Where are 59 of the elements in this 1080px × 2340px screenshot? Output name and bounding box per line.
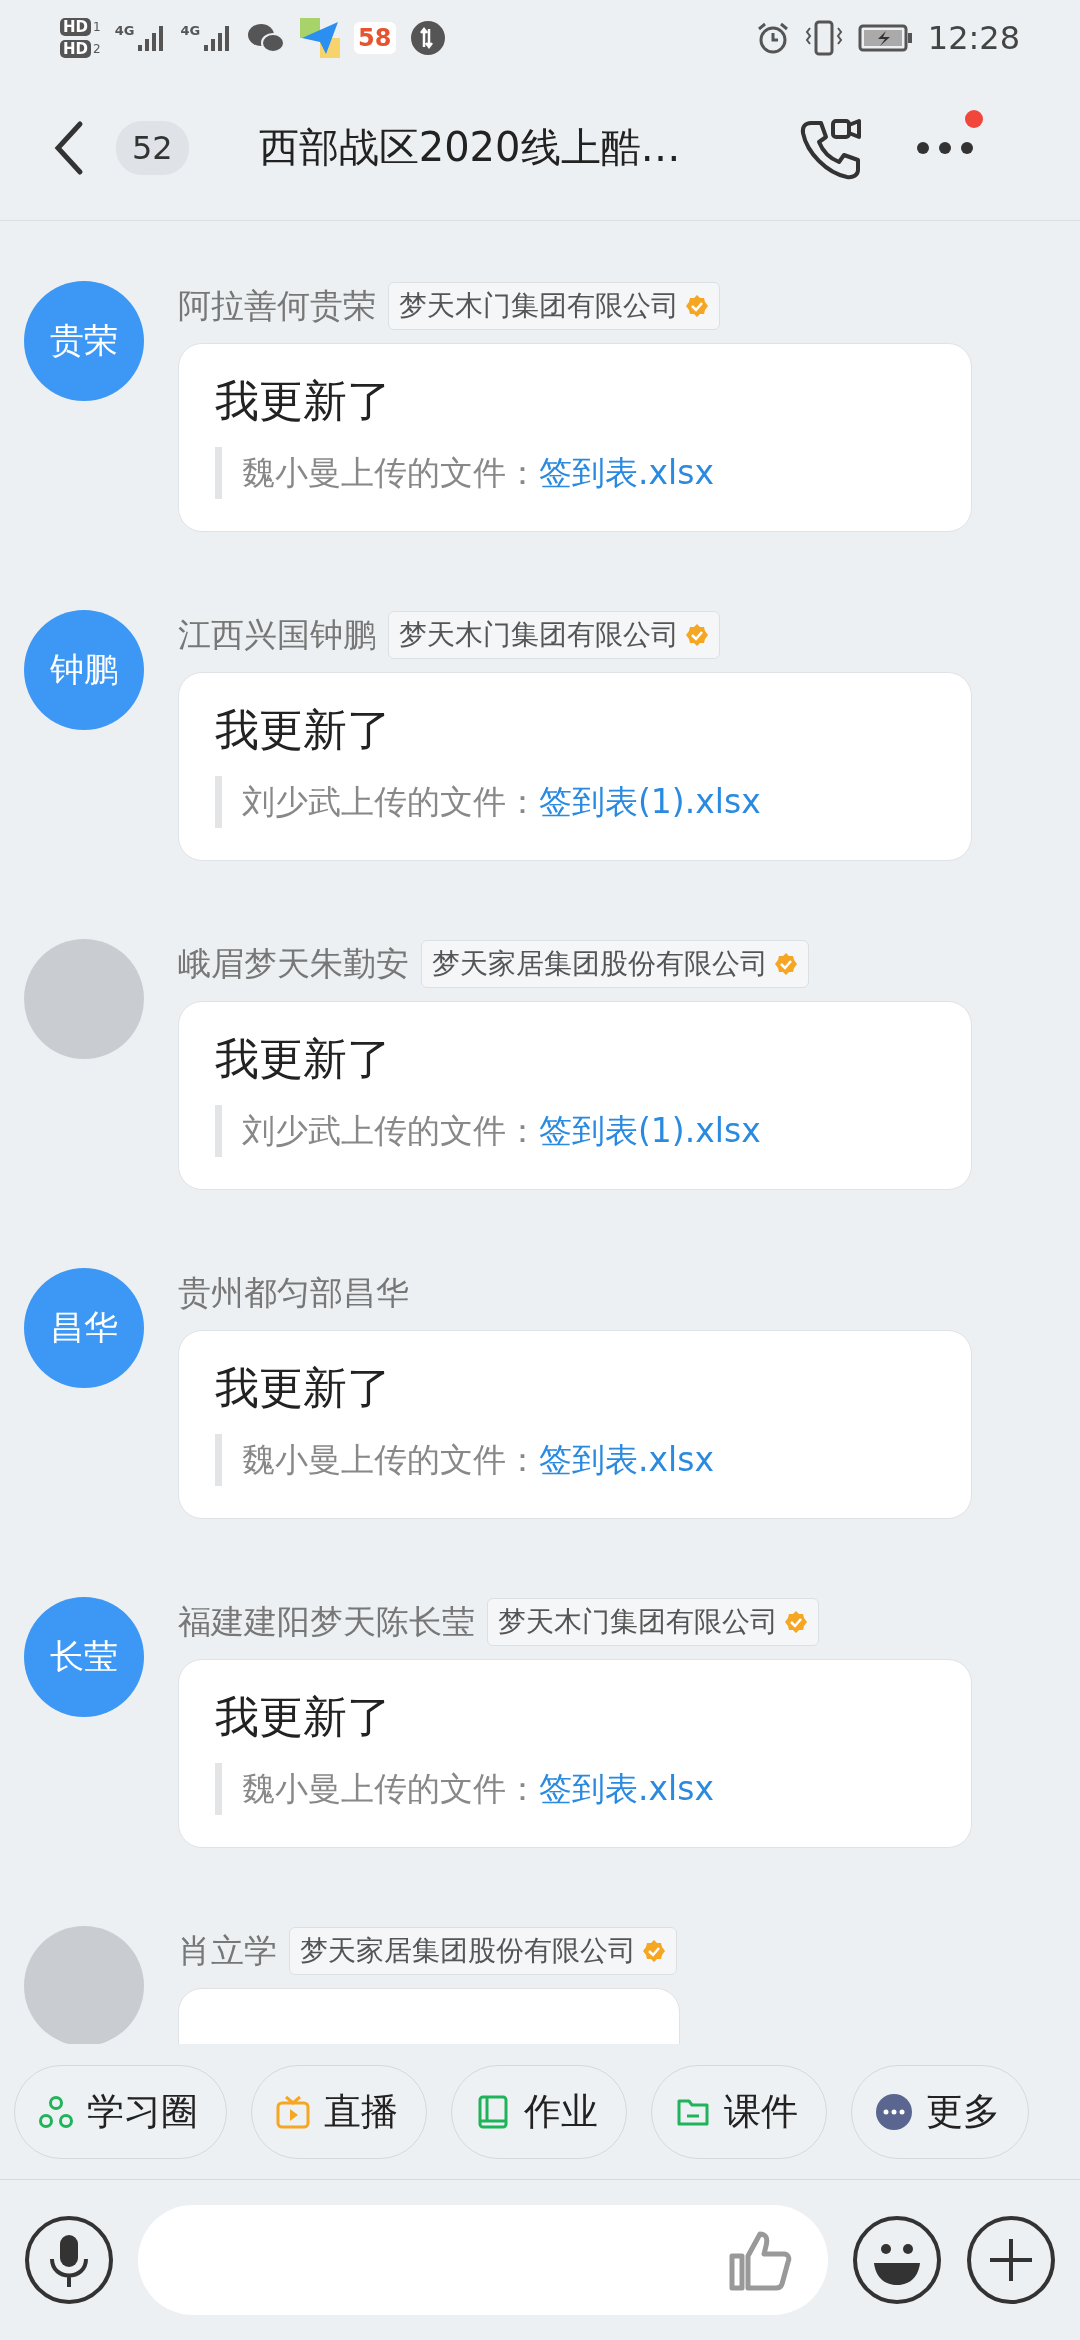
quote-bar [215, 1105, 222, 1157]
shortcut-chip[interactable]: 作业 [451, 2064, 627, 2159]
signal-indicator: 4G [180, 22, 233, 53]
sim-indicator: HD 2 [60, 39, 101, 58]
uploader-text: 刘少武上传的文件： [242, 1109, 539, 1152]
file-link[interactable]: 签到表.xlsx [539, 1766, 714, 1812]
uploader-text: 魏小曼上传的文件： [242, 1767, 539, 1810]
unread-count-badge: 52 [116, 120, 189, 175]
message-text: 我更新了 [215, 374, 392, 428]
data-transfer-icon [409, 19, 446, 56]
quote-bar [215, 776, 222, 828]
company-name: 梦天木门集团有限公司 [399, 617, 679, 653]
message-bubble[interactable]: 我更新了 魏小曼上传的文件：签到表.xlsx [178, 343, 972, 532]
uploader-text: 魏小曼上传的文件： [242, 451, 539, 494]
microphone-icon[interactable] [24, 2215, 114, 2305]
shortcut-chip[interactable]: 更多 [851, 2064, 1029, 2159]
uploader-text: 刘少武上传的文件： [242, 780, 539, 823]
quote-bar [215, 1763, 222, 1815]
sender-name: 贵州都匀部昌华 [178, 1271, 409, 1314]
vibrate-icon [803, 19, 844, 56]
message-text: 我更新了 [215, 703, 392, 757]
message-text: 我更新了 [215, 1690, 392, 1744]
message-bubble[interactable]: 我更新了 刘少武上传的文件：签到表(1).xlsx [178, 672, 972, 861]
alarm-icon [755, 20, 790, 55]
quote-bar [215, 447, 222, 499]
company-name: 梦天木门集团有限公司 [399, 288, 679, 324]
sender-name: 肖立学 [178, 1929, 277, 1972]
quote-bar [215, 1434, 222, 1486]
file-link[interactable]: 签到表(1).xlsx [539, 779, 761, 825]
app-icon: 58 [354, 21, 396, 54]
battery-charging-icon [857, 22, 914, 53]
shortcut-chip[interactable]: 学习圈 [14, 2064, 227, 2159]
shortcut-chip[interactable]: 课件 [651, 2064, 827, 2159]
message-bubble[interactable]: 我更新了 魏小曼上传的文件：签到表.xlsx [178, 1659, 972, 1848]
emoji-icon[interactable] [852, 2215, 942, 2305]
signal-indicator: 4G [114, 22, 167, 53]
back-icon[interactable] [54, 119, 84, 176]
message-text: 我更新了 [215, 1361, 392, 1415]
paper-plane-icon [300, 17, 341, 58]
message-bubble[interactable]: 我更新了 魏小曼上传的文件：签到表.xlsx [178, 1330, 972, 1519]
company-name: 梦天木门集团有限公司 [498, 1604, 778, 1640]
sender-name: 福建建阳梦天陈长莹 [178, 1600, 475, 1643]
file-link[interactable]: 签到表(1).xlsx [539, 1108, 761, 1154]
file-link[interactable]: 签到表.xlsx [539, 450, 714, 496]
message-bubble[interactable]: 我更新了 刘少武上传的文件：签到表(1).xlsx [178, 1001, 972, 1190]
file-link[interactable]: 签到表.xlsx [539, 1437, 714, 1483]
chat-title: 西部战区2020线上酷… [258, 123, 682, 172]
sim-indicator: HD 1 [60, 17, 101, 36]
clock-time: 12:28 [927, 18, 1020, 57]
sender-name: 峨眉梦天朱勤安 [178, 942, 409, 985]
shortcut-chip[interactable]: 直播 [251, 2064, 427, 2159]
plus-icon[interactable] [966, 2215, 1056, 2305]
message-text: 我更新了 [215, 1032, 392, 1086]
company-name: 梦天家居集团股份有限公司 [432, 946, 768, 982]
sender-name: 阿拉善何贵荣 [178, 284, 376, 327]
more-icon[interactable] [914, 139, 975, 156]
company-name: 梦天家居集团股份有限公司 [300, 1933, 636, 1969]
sender-name: 江西兴国钟鹏 [178, 613, 376, 656]
uploader-text: 魏小曼上传的文件： [242, 1438, 539, 1481]
